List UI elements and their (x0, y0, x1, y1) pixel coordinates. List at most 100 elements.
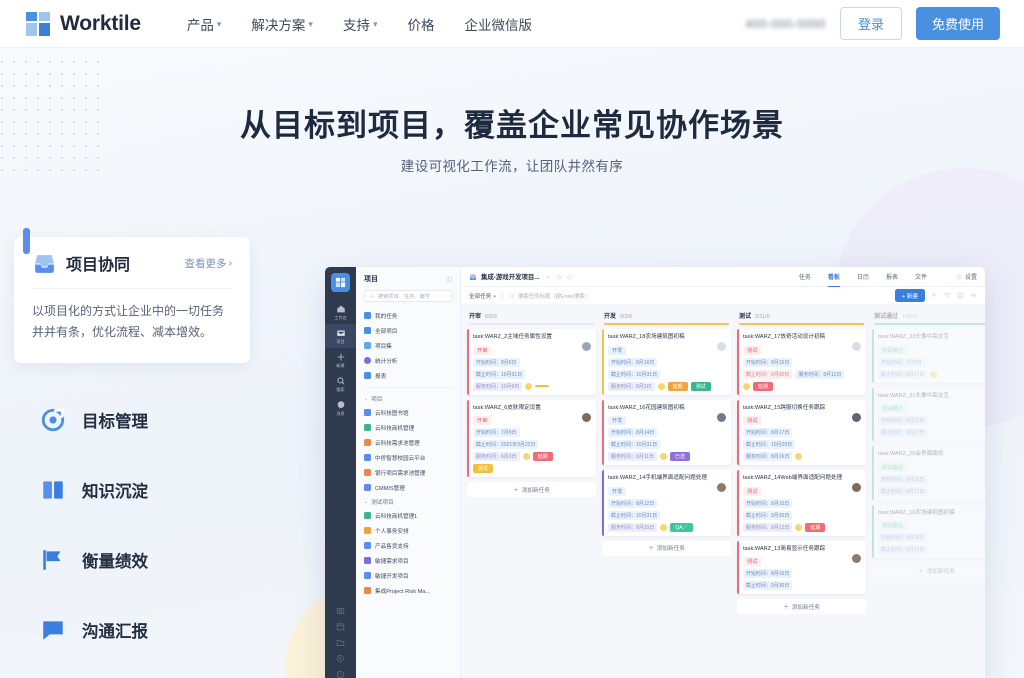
inbox-icon (32, 252, 57, 274)
sidebar-item-all-projects[interactable]: 全部项目 (364, 323, 453, 338)
tab-calendar[interactable]: 日历 (857, 267, 869, 287)
card-accent (737, 399, 739, 466)
camera-icon[interactable] (336, 606, 345, 615)
login-button[interactable]: 登录 (839, 7, 902, 40)
rail-item-messages[interactable]: 消息 (325, 396, 356, 420)
card-assignee-avatar[interactable] (717, 483, 726, 493)
sidebar-project-item[interactable]: 敏捷开发项目 (364, 568, 453, 583)
card-start-date: 开始时间：8月11日 (878, 533, 927, 543)
group-icon[interactable] (957, 292, 964, 299)
add-task-button[interactable]: ＋ 添加新任务 (737, 599, 866, 615)
feature-card-project-collaboration[interactable]: 项目协同 查看更多 › 以项目化的方式让企业中的一切任务并并有条，优化流程、减本… (14, 228, 250, 363)
card-meta: 开始时间：7月8日 (473, 428, 591, 438)
nav-item-pricing[interactable]: 价格 (407, 14, 434, 34)
sidebar-item-reports[interactable]: 报表 (364, 368, 453, 383)
sidebar-project-item[interactable]: 中侨智慧校园云平台 (364, 450, 453, 465)
tab-tasks[interactable]: 任务 (799, 267, 811, 287)
task-card[interactable]: task:WARZ_15跨服切换任务跟踪 测试 开始时间：8月17日 截止时间：… (737, 399, 866, 466)
sidebar-item-project-sets[interactable]: 项目集 (364, 338, 453, 353)
add-task-button[interactable]: ＋ 添加新任务 (602, 540, 731, 556)
menu-item-goal-management[interactable]: 目标管理 (40, 385, 255, 455)
sidebar-project-item[interactable]: 银行项目需求池管理 (364, 465, 453, 480)
sidebar-project-item[interactable]: 云科技商机管理 (364, 420, 453, 435)
filter-icon[interactable] (944, 292, 951, 299)
menu-item-label: 目标管理 (82, 413, 148, 431)
sidebar-group-projects[interactable]: ⌄ 项目 (364, 392, 453, 405)
more-options-icon[interactable] (970, 292, 977, 299)
card-meta: 开始时间：8月15日 (743, 357, 861, 367)
sort-icon[interactable] (931, 292, 938, 299)
app-logo-icon (331, 273, 350, 292)
nav-item-solutions[interactable]: 解决方案 ▾ (251, 14, 313, 34)
kanban-board[interactable]: 开审 0/0/2 task:WARZ_2主域任务属性设置 开审 开始时间：8月5… (461, 305, 985, 678)
task-search-input[interactable]: 搜索任务标题（按Enter搜索） (509, 292, 590, 300)
sidebar-project-item[interactable]: 敏捷需求项目 (364, 553, 453, 568)
kanban-column-review: 开审 0/0/2 task:WARZ_2主域任务属性设置 开审 开始时间：8月5… (467, 311, 596, 678)
sidebar-project-item[interactable]: 集成Project Risk Ma... (364, 583, 453, 598)
sidebar-group-test-projects[interactable]: ⌄ 测试项目 (364, 495, 453, 508)
task-card[interactable]: task:WARZ_6皮肤限定设置 开审 开始时间：7月8日 截止时间：2021… (467, 399, 596, 478)
tab-reports[interactable]: 报表 (886, 267, 898, 287)
feature-card-more-link[interactable]: 查看更多 › (185, 256, 233, 271)
project-name: 集成-游戏开发项目... (481, 274, 540, 281)
card-assignee-avatar[interactable] (852, 553, 861, 563)
sidebar-project-item[interactable]: CMMIS管理 (364, 480, 453, 495)
card-assignee-avatar[interactable] (852, 342, 861, 351)
settings-icon[interactable] (336, 654, 345, 663)
tab-board[interactable]: 看板 (827, 267, 840, 287)
card-due-date: 截止时间：10月31日 (608, 440, 661, 450)
card-assignee-avatar[interactable] (717, 412, 726, 422)
card-assignee-avatar[interactable] (582, 412, 591, 422)
menu-item-communication[interactable]: 沟通汇报 (40, 595, 255, 665)
settings-button[interactable]: 设置 (956, 272, 977, 281)
sidebar-project-item[interactable]: 个人事务安排 (364, 523, 453, 538)
add-task-button[interactable]: ＋ 添加新任务 (467, 482, 596, 498)
brand-name: Worktile (60, 11, 141, 35)
add-task-button[interactable]: ＋ 添加新任务 (872, 563, 985, 579)
sidebar-project-item[interactable]: 云科技商机管理1 (364, 508, 453, 523)
card-assignee-avatar[interactable] (852, 483, 861, 493)
sidebar-search-input[interactable]: 搜索项目、任务、编号 (364, 290, 453, 302)
sidebar-item-my-tasks[interactable]: 我的任务 (364, 308, 453, 323)
task-card[interactable]: task:WARZ_2主域任务属性设置 开审 开始时间：8月5日 截止时间：10… (467, 329, 596, 395)
task-card[interactable]: task:WARZ_31头像中高交互 测试通过 开始时间：8月11日 截止时间：… (872, 387, 985, 442)
brand-logo[interactable]: Worktile (26, 11, 141, 36)
free-trial-button[interactable]: 免费使用 (915, 7, 1000, 40)
task-card[interactable]: task:WARZ_16花园建筑图初稿 开发 开始时间：8月14日 截止时间：1… (602, 399, 731, 466)
task-card[interactable]: task:WARZ_16农场建筑图初稿 测试通过 开始时间：8月11日 截止时间… (872, 504, 985, 559)
sidebar-item-analytics[interactable]: 统计分析 (364, 353, 453, 368)
task-card[interactable]: task:WARZ_13简易显示任务跟踪 测试 开始时间：8月16日 截止时间：… (737, 540, 866, 595)
nav-item-wecom[interactable]: 企业微信版 (464, 14, 532, 34)
card-assignee-avatar[interactable] (582, 342, 591, 351)
task-card[interactable]: task:WARZ_20会界面版修 测试通过 开始时间：8月11日 截止时间：8… (872, 446, 985, 500)
card-meta: 开始时间：8月14日 (608, 428, 726, 438)
sidebar-project-item[interactable]: 云科技需求池管理 (364, 435, 453, 450)
rail-item-new[interactable]: 新建 (325, 348, 356, 372)
card-assignee-avatar[interactable] (852, 412, 861, 422)
collapse-icon[interactable] (446, 276, 453, 283)
menu-item-performance[interactable]: 衡量绩效 (40, 525, 255, 595)
card-assignee-avatar[interactable] (717, 342, 726, 351)
chevron-down-icon[interactable] (545, 274, 551, 280)
task-card[interactable]: task:WARZ_14Web端界面适配问题处理 测试 开始时间：8月10日 截… (737, 470, 866, 536)
sidebar-project-item[interactable]: 产品售货支持 (364, 538, 453, 553)
info-icon[interactable] (567, 274, 573, 280)
help-icon[interactable]: ? (336, 670, 345, 678)
star-icon[interactable] (555, 273, 562, 280)
task-filter-dropdown[interactable]: 全部任务 ▾ (469, 292, 496, 300)
rail-item-search[interactable]: 搜索 (325, 372, 356, 396)
task-card[interactable]: task:WARZ_18农场建筑图初稿 开发 开始时间：8月16日 截止时间：1… (602, 329, 731, 395)
menu-item-knowledge-base[interactable]: 知识沉淀 (40, 455, 255, 525)
new-task-button[interactable]: + 新建 (894, 289, 925, 302)
tab-files[interactable]: 文件 (915, 267, 927, 287)
files-icon[interactable] (336, 638, 345, 647)
calendar-icon[interactable] (336, 622, 345, 631)
task-card[interactable]: task:WARZ_33头像中高交互 测试通过 开始时间：7月9日 截止时间：8… (872, 329, 985, 383)
sidebar-project-item[interactable]: 云科技图书馆 (364, 405, 453, 420)
task-card[interactable]: task:WARZ_14手机端界面适配问题处理 开发 开始时间：8月12日 截止… (602, 470, 731, 536)
rail-item-workbench[interactable]: 工作台 (325, 300, 356, 324)
nav-item-products[interactable]: 产品 ▾ (187, 14, 222, 34)
rail-item-projects[interactable]: 项目 (325, 324, 356, 348)
task-card[interactable]: task:WARZ_17放奇活动设计初稿 测试 开始时间：8月15日 截止时间：… (737, 329, 866, 395)
nav-item-support[interactable]: 支持 ▾ (343, 14, 378, 34)
